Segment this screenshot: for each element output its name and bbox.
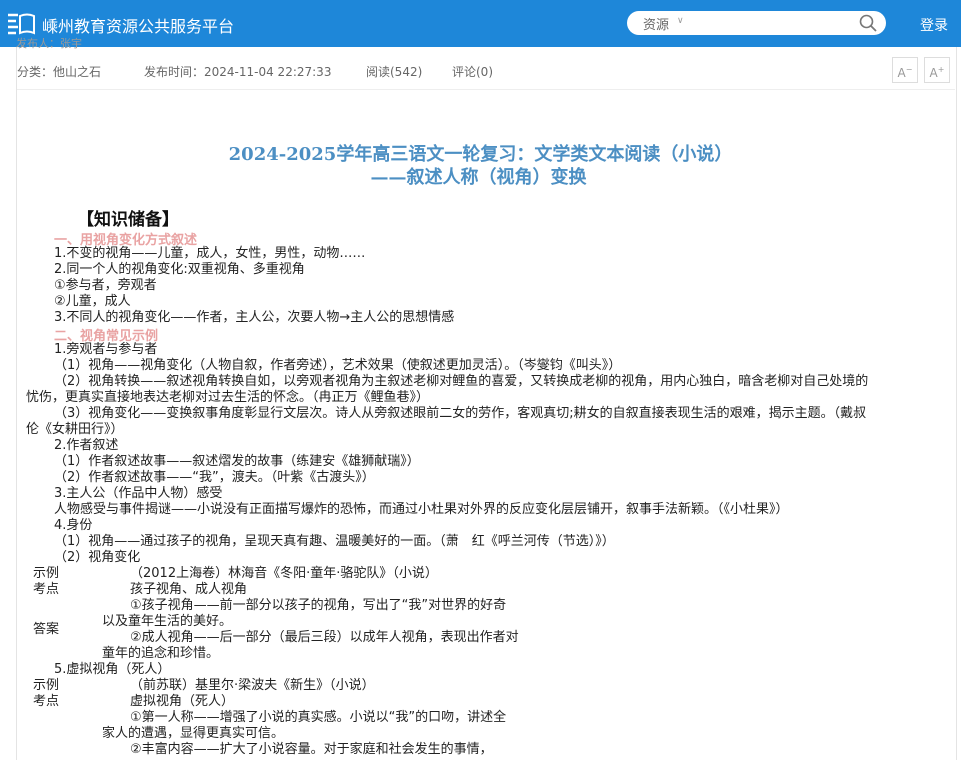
text-line: （1）作者叙述故事——叙述熠发的故事（练建安《雄狮献瑞》）: [54, 454, 420, 469]
text-line: 5.虚拟视角（死人）: [54, 662, 171, 677]
table-cell: 以及童年生活的美好。: [102, 614, 233, 629]
top-bar: 嵊州教育资源公共服务平台 资源 ∨ 登录: [0, 0, 961, 47]
read-count: 阅读(542): [366, 65, 423, 79]
table-cell: ①第一人称——增强了小说的真实感。小说以“我”的口吻，讲述全: [130, 710, 507, 725]
text-line: （1）视角——视角变化（人物自叙，作者旁述），艺术效果（使叙述更加灵活）。（岑燮…: [54, 358, 622, 373]
text-line: （2）视角转换——叙述视角转换自如，以旁观者视角为主叙述老柳对鲤鱼的喜爱，又转换…: [54, 374, 869, 389]
table-cell: ②丰富内容——扩大了小说容量。对于家庭和社会发生的事情，: [130, 742, 493, 757]
table-cell: 家人的遭遇，显得更真实可信。: [102, 726, 285, 741]
login-link[interactable]: 登录: [920, 15, 948, 35]
section-heading: 【知识储备】: [77, 210, 179, 230]
table-cell: ②成人视角——后一部分（最后三段）以成年人视角，表现出作者对: [130, 630, 519, 645]
text-line: 人物感受与事件揭谜——小说没有正面描写爆炸的恐怖，而通过小杜果对外界的反应变化层…: [54, 502, 789, 517]
text-line: （2）视角变化: [54, 550, 141, 565]
search-category-select[interactable]: 资源: [643, 14, 669, 33]
text-line: 1.旁观者与参与者: [54, 342, 158, 357]
table-label-point: 考点: [33, 694, 60, 709]
search-box: 资源 ∨: [627, 11, 886, 35]
text-line: 1.不变的视角——儿童，成人，女性，男性，动物……: [54, 246, 366, 261]
table-cell: ①孩子视角——前一部分以孩子的视角，写出了“我”对世界的好奇: [130, 598, 507, 613]
text-line: 4.身份: [54, 518, 93, 533]
book-logo-icon[interactable]: [6, 12, 36, 36]
search-icon[interactable]: [859, 14, 877, 32]
font-larger-button[interactable]: A+: [924, 57, 950, 83]
publish-time: 发布时间：2024-11-04 22:27:33: [144, 65, 332, 79]
comment-count[interactable]: 评论(0): [452, 63, 493, 80]
text-line: （2）作者叙述故事——“我”，渡夫。（叶紫《古渡头》）: [54, 470, 375, 485]
text-line: 3.主人公（作品中人物）感受: [54, 486, 223, 501]
text-line: 2.作者叙述: [54, 438, 119, 453]
text-line: ①参与者，旁观者: [54, 278, 157, 293]
text-line: 伦《女耕田行》）: [26, 422, 124, 437]
text-line: ②儿童，成人: [54, 294, 131, 309]
search-input[interactable]: [699, 13, 853, 35]
text-line: （1）视角——通过孩子的视角，呈现天真有趣、温暖美好的一面。（萧 红《呼兰河传（…: [54, 534, 615, 549]
text-line: 忧伤，更真实直接地表达老柳对过去生活的怀念。（冉正万《鲤鱼巷》）: [26, 390, 430, 405]
table-label-answer: 答案: [33, 622, 60, 637]
table-cell: （2012上海卷）林海音《冬阳·童年·骆驼队》（小说）: [130, 566, 438, 581]
table-label-example: 示例: [33, 678, 60, 693]
table-cell: （前苏联）基里尔·梁波夫《新生》（小说）: [130, 678, 375, 693]
category-label[interactable]: 分类：他山之石: [17, 63, 101, 80]
text-line: （3）视角变化——变换叙事角度彰显行文层次。诗人从旁叙述眼前二女的劳作，客观真切…: [54, 406, 867, 421]
article-subtitle: ——叙述人称（视角）变换: [370, 167, 587, 188]
divider: [17, 89, 955, 90]
table-cell: 虚拟视角（死人）: [130, 694, 235, 709]
text-line: 3.不同人的视角变化——作者，主人公，次要人物→主人公的思想情感: [54, 310, 455, 325]
site-title[interactable]: 嵊州教育资源公共服务平台: [42, 13, 234, 37]
table-cell: 孩子视角、成人视角: [130, 582, 248, 597]
table-label-example: 示例: [33, 566, 60, 581]
table-cell: 童年的追念和珍惜。: [102, 646, 220, 661]
chevron-down-icon[interactable]: ∨: [677, 16, 684, 26]
font-smaller-button[interactable]: A−: [892, 57, 918, 83]
text-line: 2.同一个人的视角变化:双重视角、多重视角: [54, 262, 305, 277]
table-label-point: 考点: [33, 582, 60, 597]
author-line: 发布人：张宇: [16, 37, 82, 50]
